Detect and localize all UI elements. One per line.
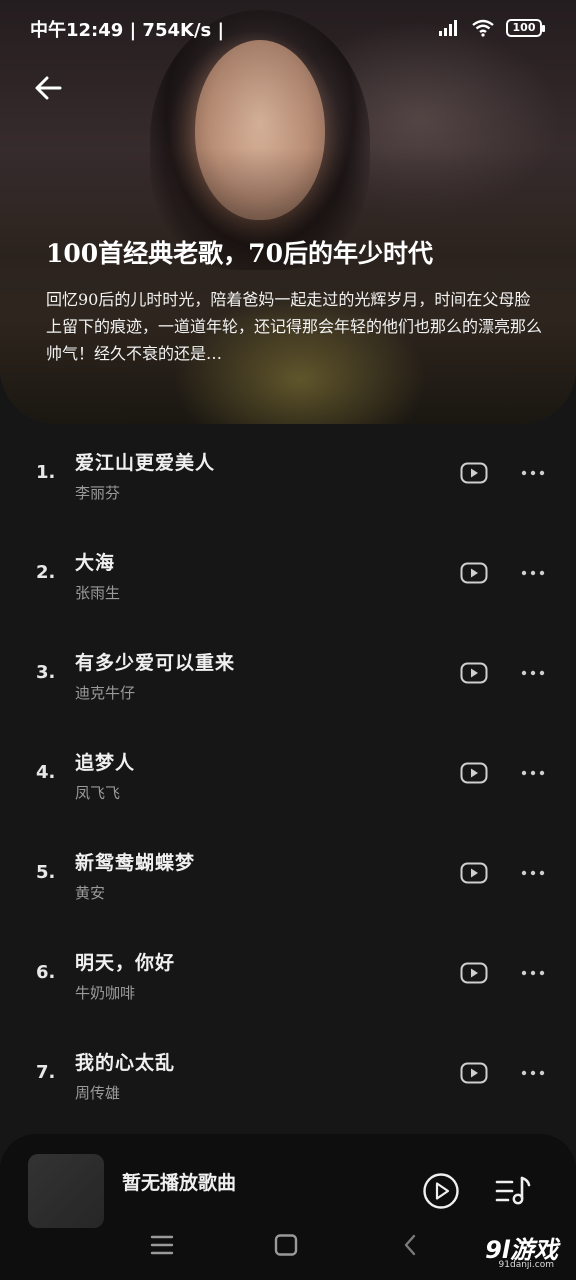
mv-play-icon[interactable] xyxy=(460,1062,488,1084)
more-options-icon[interactable] xyxy=(520,767,546,779)
song-row[interactable]: 4. 追梦人 凤飞飞 xyxy=(0,724,576,824)
mv-play-icon[interactable] xyxy=(460,662,488,684)
system-nav-bar: 9l游戏 91danji.com xyxy=(0,1226,576,1280)
song-row[interactable]: 5. 新鸳鸯蝴蝶梦 黄安 xyxy=(0,824,576,924)
song-number: 2. xyxy=(36,562,56,583)
more-options-icon[interactable] xyxy=(520,1067,546,1079)
play-icon[interactable] xyxy=(422,1172,460,1210)
song-number: 6. xyxy=(36,962,56,983)
song-artist: 周传雄 xyxy=(75,1084,121,1102)
album-cover[interactable] xyxy=(28,1154,104,1228)
song-title: 追梦人 xyxy=(75,752,136,774)
song-artist: 迪克牛仔 xyxy=(75,684,136,702)
song-title: 新鸳鸯蝴蝶梦 xyxy=(75,852,196,874)
status-right: 100 xyxy=(438,16,545,40)
song-artist: 张雨生 xyxy=(75,584,121,602)
watermark-url: 91danji.com xyxy=(498,1260,554,1270)
mv-play-icon[interactable] xyxy=(460,862,488,884)
status-bar: 中午12:49 | 754K/s | 100 xyxy=(0,0,576,56)
now-playing-label: 暂无播放歌曲 xyxy=(122,1172,237,1194)
song-row[interactable]: 7. 我的心太乱 周传雄 xyxy=(0,1024,576,1124)
playlist-description[interactable]: 回忆90后的儿时时光，陪着爸妈一起走过的光辉岁月，时间在父母脸上留下的痕迹，一道… xyxy=(46,286,546,367)
recent-apps-icon[interactable] xyxy=(150,1234,174,1256)
song-row[interactable]: 2. 大海 张雨生 xyxy=(0,524,576,624)
playlist-queue-icon[interactable] xyxy=(494,1174,532,1208)
home-icon[interactable] xyxy=(274,1234,298,1256)
playlist-title: 100首经典老歌，70后的年少时代 xyxy=(46,239,433,268)
battery-icon: 100 xyxy=(506,19,545,37)
signal-icon xyxy=(439,20,457,36)
more-options-icon[interactable] xyxy=(520,867,546,879)
song-artist: 凤飞飞 xyxy=(75,784,121,802)
network-speed: 754K/s xyxy=(142,20,212,41)
song-artist: 牛奶咖啡 xyxy=(75,984,136,1002)
song-number: 4. xyxy=(36,762,56,783)
song-number: 1. xyxy=(36,462,56,483)
status-left: 中午12:49 | 754K/s | xyxy=(30,20,225,41)
song-title: 我的心太乱 xyxy=(75,1052,176,1074)
status-time: 中午12:49 xyxy=(30,20,124,41)
back-arrow-icon[interactable] xyxy=(30,70,70,106)
mv-play-icon[interactable] xyxy=(460,462,488,484)
song-title: 爱江山更爱美人 xyxy=(75,452,216,474)
song-artist: 黄安 xyxy=(75,884,106,902)
song-number: 7. xyxy=(36,1062,56,1083)
song-row[interactable]: 1. 爱江山更爱美人 李丽芬 xyxy=(0,424,576,524)
song-number: 3. xyxy=(36,662,56,683)
song-number: 5. xyxy=(36,862,56,883)
wifi-icon xyxy=(472,19,494,37)
song-row[interactable]: 6. 明天，你好 牛奶咖啡 xyxy=(0,924,576,1024)
more-options-icon[interactable] xyxy=(520,567,546,579)
nav-back-icon[interactable] xyxy=(402,1234,418,1256)
song-title: 有多少爱可以重来 xyxy=(75,652,236,674)
song-list: 1. 爱江山更爱美人 李丽芬 2. 大海 张雨生 3. 有多少爱可以重来 迪克牛… xyxy=(0,424,576,1124)
song-row[interactable]: 3. 有多少爱可以重来 迪克牛仔 xyxy=(0,624,576,724)
more-options-icon[interactable] xyxy=(520,467,546,479)
more-options-icon[interactable] xyxy=(520,667,546,679)
song-title: 明天，你好 xyxy=(75,952,176,974)
mv-play-icon[interactable] xyxy=(460,762,488,784)
song-artist: 李丽芬 xyxy=(75,484,121,502)
more-options-icon[interactable] xyxy=(520,967,546,979)
mv-play-icon[interactable] xyxy=(460,962,488,984)
mv-play-icon[interactable] xyxy=(460,562,488,584)
song-title: 大海 xyxy=(75,552,116,574)
